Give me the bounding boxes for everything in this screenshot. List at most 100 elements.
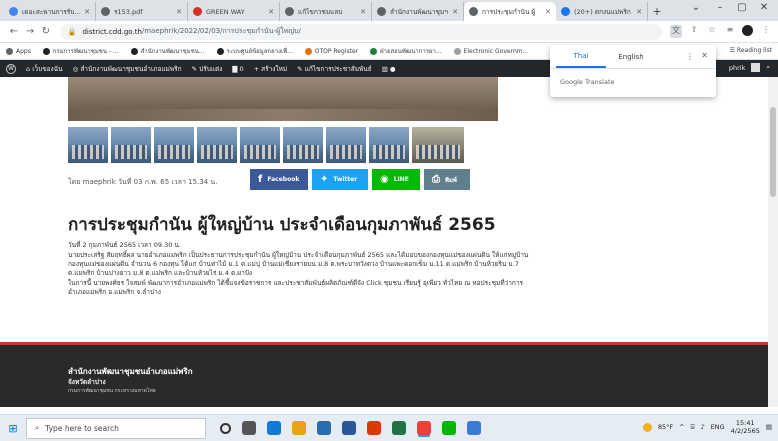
wp-bar-account[interactable]: phrik ⌕ bbox=[729, 63, 770, 72]
browser-tab[interactable]: การประชุมกำนัน ผู้ ✕ bbox=[464, 2, 556, 21]
maximize-button[interactable]: ▢ bbox=[732, 2, 752, 13]
share-facebook-button[interactable]: f Facebook bbox=[250, 169, 308, 190]
line-icon[interactable] bbox=[442, 421, 456, 435]
menu-kebab-icon[interactable]: ⋮ bbox=[760, 25, 772, 38]
back-icon[interactable]: ← bbox=[6, 26, 22, 37]
globe-icon bbox=[469, 7, 478, 16]
share-line-button[interactable]: ◉ LINE bbox=[372, 169, 420, 190]
facebook-icon bbox=[561, 7, 570, 16]
gallery-thumbnail[interactable] bbox=[326, 127, 366, 163]
clock[interactable]: 15:41 4/2/2565 bbox=[731, 419, 760, 435]
task-view-icon[interactable] bbox=[242, 421, 256, 435]
volume-icon[interactable]: ♪ bbox=[700, 423, 704, 431]
translate-target-tab[interactable]: English bbox=[606, 47, 656, 67]
share-facebook-label: Facebook bbox=[267, 176, 300, 183]
bookmark-item[interactable]: ฝ่ายสอนพัฒนาการผา... bbox=[370, 46, 442, 56]
wordpress-icon[interactable]: W bbox=[6, 63, 16, 74]
forward-icon[interactable]: → bbox=[22, 26, 38, 37]
gallery-thumbnail[interactable] bbox=[197, 127, 237, 163]
excel-icon[interactable] bbox=[392, 421, 406, 435]
gallery-thumbnail[interactable] bbox=[283, 127, 323, 163]
weather-icon[interactable] bbox=[642, 422, 652, 432]
circle-icon[interactable] bbox=[220, 422, 231, 434]
photo-gallery bbox=[68, 127, 464, 163]
windows-start-icon[interactable]: ⊞ bbox=[0, 415, 26, 441]
drive-icon bbox=[193, 7, 202, 16]
browser-tab[interactable]: สำนักงานพัฒนาชุมฯ ✕ bbox=[372, 2, 464, 21]
browser-tab[interactable]: GREEN WAY ✕ bbox=[188, 2, 280, 21]
translate-close-icon[interactable]: ✕ bbox=[701, 51, 708, 60]
print-button[interactable]: ⎙ พิมพ์ bbox=[424, 169, 470, 190]
tab-close-icon[interactable]: ✕ bbox=[452, 8, 458, 16]
reading-mode-icon[interactable]: ≡ bbox=[724, 25, 736, 38]
wp-search-icon[interactable]: ⌕ bbox=[766, 63, 770, 72]
scrollbar-thumb[interactable] bbox=[770, 107, 776, 197]
gallery-thumbnail[interactable] bbox=[68, 127, 108, 163]
word-icon[interactable] bbox=[342, 421, 356, 435]
tray-overflow-icon[interactable]: ^ bbox=[679, 423, 684, 431]
new-tab-button[interactable]: + bbox=[648, 2, 666, 21]
wp-bar-comments[interactable]: ▇ 0 bbox=[232, 65, 243, 73]
share-twitter-button[interactable]: ✦ Twitter bbox=[312, 169, 368, 190]
tab-close-icon[interactable]: ✕ bbox=[545, 8, 551, 16]
tab-close-icon[interactable]: ✕ bbox=[268, 8, 274, 16]
bookmark-item[interactable]: Apps bbox=[6, 46, 31, 56]
tab-close-icon[interactable]: ✕ bbox=[176, 8, 182, 16]
wp-bar-new[interactable]: + สร้างใหม่ bbox=[254, 64, 288, 74]
post-meta: โดย maephrik วันที่ 03 ก.พ. 65 เวลา 15.3… bbox=[68, 178, 218, 186]
taskbar-search-box[interactable]: ⌕ Type here to search bbox=[26, 417, 206, 439]
reading-list-button[interactable]: ☰ Reading list bbox=[730, 47, 772, 54]
gallery-thumbnail[interactable] bbox=[154, 127, 194, 163]
tab-search-icon[interactable]: ⌄ bbox=[686, 2, 706, 13]
tab-close-icon[interactable]: ✕ bbox=[360, 8, 366, 16]
profile-avatar[interactable] bbox=[742, 25, 754, 38]
translate-icon[interactable]: 文 bbox=[669, 25, 682, 38]
bookmark-label: ระบบศูนย์ข้อมูลกลางเพื่... bbox=[226, 48, 293, 55]
wp-bar-edit[interactable]: ✎ แก้ไขการประชาสัมพันธ์ bbox=[297, 64, 372, 74]
bookmark-star-icon[interactable]: ☆ bbox=[706, 25, 718, 38]
network-icon[interactable]: ⌸ bbox=[691, 423, 695, 432]
browser-tab[interactable]: ร153.pdf ✕ bbox=[96, 2, 188, 21]
photos-icon[interactable] bbox=[467, 421, 481, 435]
translate-options-icon[interactable]: ⋮ bbox=[686, 52, 694, 61]
post-paragraph: ในการนี้ นายพงศ์ธร ใจสมพ์ พัฒนาการอำเภอแ… bbox=[68, 279, 523, 296]
chrome-icon[interactable] bbox=[417, 421, 431, 435]
bookmark-item[interactable]: Electronic Governm... bbox=[453, 46, 528, 56]
edge-icon[interactable] bbox=[267, 421, 281, 435]
notification-icon[interactable]: ▤ bbox=[766, 423, 772, 431]
twitter-icon: ✦ bbox=[320, 174, 329, 185]
bookmark-item[interactable]: สำนักงานพัฒนาชุมชน... bbox=[130, 46, 205, 56]
wp-bar-comments-count: 0 bbox=[239, 64, 244, 73]
gallery-thumbnail[interactable] bbox=[111, 127, 151, 163]
page-scrollbar[interactable] bbox=[768, 77, 778, 407]
url-field[interactable]: 🔒 district.cdd.go.th /maephrik/2022/02/0… bbox=[59, 23, 662, 40]
bookmark-item[interactable]: ระบบศูนย์ข้อมูลกลางเพื่... bbox=[216, 46, 293, 56]
paint-icon[interactable] bbox=[367, 421, 381, 435]
browser-tab[interactable]: (20+) ตกงนแม่พริก ✕ bbox=[556, 2, 648, 21]
tab-close-icon[interactable]: ✕ bbox=[84, 8, 90, 16]
store-icon[interactable] bbox=[317, 421, 331, 435]
gallery-thumbnail[interactable] bbox=[240, 127, 280, 163]
bookmark-favicon-icon bbox=[216, 47, 224, 55]
translate-source-tab[interactable]: Thai bbox=[556, 46, 606, 68]
file-explorer-icon[interactable] bbox=[292, 421, 306, 435]
wp-bar-customize[interactable]: ✎ ปรับแต่ง bbox=[192, 64, 223, 74]
post-body: วันที่ 2 กุมภาพันธ์ 2565 เวลา 09.30 น. น… bbox=[68, 241, 533, 298]
wp-bar-site-name[interactable]: ◎ สำนักงานพัฒนาชุมชนอำเภอแม่พริก bbox=[73, 64, 182, 74]
lock-icon[interactable]: 🔒 bbox=[68, 28, 77, 36]
reload-icon[interactable]: ↻ bbox=[38, 26, 54, 37]
gallery-thumbnail[interactable] bbox=[412, 127, 464, 163]
close-window-button[interactable]: ✕ bbox=[754, 2, 774, 13]
weather-temp[interactable]: 85°F bbox=[658, 423, 673, 431]
browser-tab[interactable]: แก้ไขกวชมแลบ ✕ bbox=[280, 2, 372, 21]
bookmark-item[interactable]: OTOP Register bbox=[304, 46, 358, 56]
tab-close-icon[interactable]: ✕ bbox=[636, 8, 642, 16]
gallery-thumbnail[interactable] bbox=[369, 127, 409, 163]
input-language[interactable]: ENG bbox=[711, 423, 725, 431]
share-icon[interactable]: ⇪ bbox=[688, 25, 700, 38]
bookmark-item[interactable]: กรมการพัฒนาชุมชน - ... bbox=[42, 46, 119, 56]
wp-bar-my-sites[interactable]: ⌂ เว็บของฉัน bbox=[26, 64, 63, 74]
browser-tab[interactable]: เดอะสะพานการรับฟัง ✕ bbox=[4, 2, 96, 21]
wp-bar-stats-icon[interactable]: ▥ ● bbox=[382, 65, 396, 73]
minimize-button[interactable]: – bbox=[710, 2, 730, 13]
